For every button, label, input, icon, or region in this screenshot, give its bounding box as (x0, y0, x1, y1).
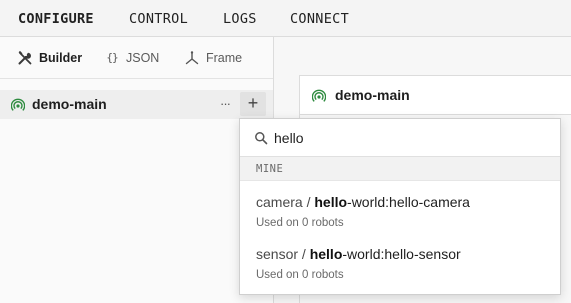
tree-item-label: demo-main (32, 96, 107, 112)
option-usage: Used on 0 robots (256, 217, 344, 229)
machine-status-icon (312, 89, 326, 102)
search-input[interactable] (274, 128, 544, 148)
search-icon (255, 132, 268, 145)
curly-braces-icon: {} (106, 51, 118, 64)
section-header-mine: MINE (240, 157, 560, 181)
tree-item-demo-main[interactable]: demo-main ··· + (0, 90, 273, 119)
add-component-button[interactable]: + (240, 92, 266, 116)
config-sidebar: Builder {} JSON Frame demo-main ··· + (0, 37, 274, 303)
mode-tabs: Builder {} JSON Frame (0, 37, 273, 79)
menu-option-hello-camera[interactable]: camera / hello-world:hello-camera Used o… (240, 181, 560, 233)
tab-builder[interactable]: Builder (17, 50, 82, 66)
option-type: camera / (256, 194, 315, 210)
option-title: sensor / hello-world:hello-sensor (256, 246, 461, 262)
machine-card-title: demo-main (335, 87, 410, 103)
tab-json-label: JSON (126, 51, 160, 65)
section-label: MINE (256, 163, 284, 175)
tab-builder-label: Builder (39, 51, 83, 65)
option-rest: -world:hello-camera (347, 194, 470, 210)
add-component-menu: MINE camera / hello-world:hello-camera U… (239, 118, 561, 295)
machine-card-header: demo-main (299, 75, 571, 115)
tools-icon (17, 50, 33, 66)
nav-tab-connect[interactable]: CONNECT (290, 11, 349, 27)
tab-frame-label: Frame (206, 51, 243, 65)
nav-tab-control[interactable]: CONTROL (129, 11, 188, 27)
option-usage: Used on 0 robots (256, 269, 344, 281)
tab-json[interactable]: {} JSON (104, 50, 159, 66)
tab-frame[interactable]: Frame (184, 50, 242, 66)
option-match: hello (314, 194, 348, 210)
component-search (240, 119, 560, 157)
machine-status-icon (11, 98, 25, 111)
nav-tab-configure[interactable]: CONFIGURE (18, 11, 94, 27)
frame-axes-icon (184, 50, 200, 66)
nav-tab-logs[interactable]: LOGS (223, 11, 257, 27)
option-type: sensor / (256, 246, 310, 262)
menu-option-hello-sensor[interactable]: sensor / hello-world:hello-sensor Used o… (240, 233, 560, 285)
option-match: hello (309, 246, 343, 262)
top-nav: CONFIGURE CONTROL LOGS CONNECT (0, 0, 571, 37)
more-options-icon[interactable]: ··· (216, 93, 234, 115)
option-rest: -world:hello-sensor (342, 246, 461, 262)
option-title: camera / hello-world:hello-camera (256, 194, 470, 210)
